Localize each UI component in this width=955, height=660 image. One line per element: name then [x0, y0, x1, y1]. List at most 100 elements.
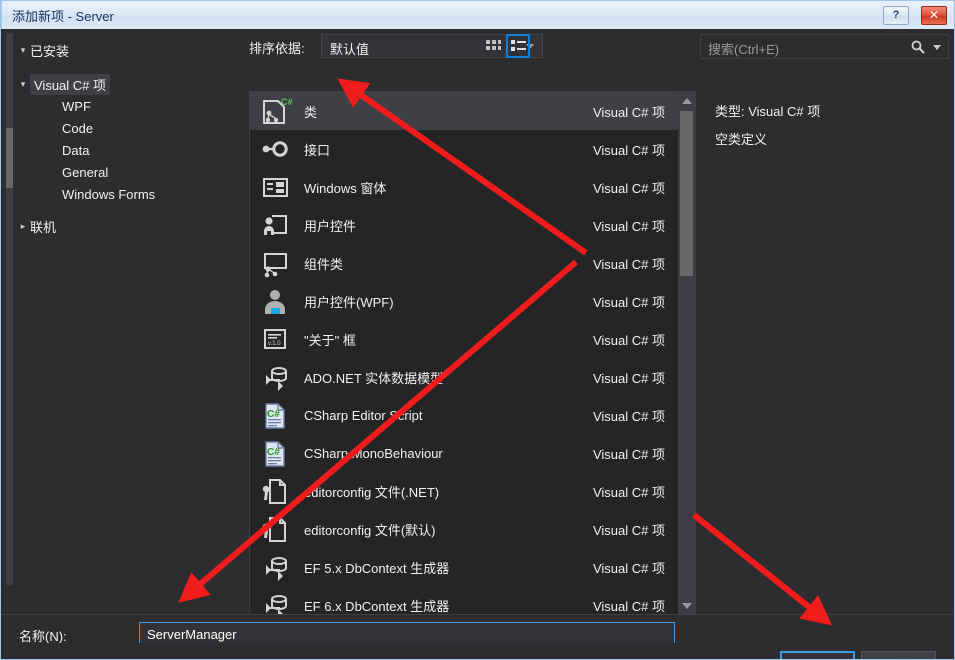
table-row[interactable]: 接口 Visual C# 项 [250, 130, 679, 168]
dialog-body: ▾ 已安装 ▾ Visual C# 项 WPF Code Data Genera… [1, 29, 954, 659]
csharp-file-icon: C# [258, 399, 296, 431]
add-button[interactable]: 添加(A) [780, 651, 855, 659]
component-class-icon [258, 247, 296, 279]
class-csharp-icon: C# [258, 95, 296, 127]
template-name: "关于" 框 [304, 332, 356, 348]
sidebar-item-code[interactable]: Code [16, 117, 93, 139]
sidebar-scrollbar-thumb[interactable] [6, 128, 13, 188]
interface-icon [258, 133, 296, 165]
template-name: CSharp MonoBehaviour [304, 445, 443, 461]
triangle-down-glyph [682, 603, 692, 609]
ef-dbcontext-icon [258, 589, 296, 614]
template-name: editorconfig 文件(默认) [304, 522, 436, 538]
scroll-up-icon[interactable] [678, 92, 695, 109]
user-control-icon [258, 209, 296, 241]
chevron-down-icon[interactable] [933, 45, 941, 50]
sidebar-item-windows-forms[interactable]: Windows Forms [16, 183, 155, 205]
sidebar-item-label: WPF [62, 98, 91, 114]
help-button[interactable]: ? [883, 6, 909, 25]
template-name: 用户控件 [304, 218, 357, 234]
template-type: Visual C# 项 [592, 370, 665, 386]
name-input-value: ServerManager [147, 627, 237, 642]
svg-text:C#: C# [267, 409, 280, 420]
template-name: EF 5.x DbContext 生成器 [304, 560, 450, 576]
detail-type-line: 类型: Visual C# 项 [715, 104, 821, 119]
template-type: Visual C# 项 [592, 484, 665, 500]
svg-text:C#: C# [281, 97, 293, 107]
scrollbar-thumb[interactable] [680, 111, 693, 276]
grid-view-icon[interactable] [481, 34, 505, 58]
ef-dbcontext-icon [258, 551, 296, 583]
details-panel: 类型: Visual C# 项 空类定义 [700, 67, 949, 615]
template-name: 组件类 [304, 256, 344, 272]
sidebar-item-label: Data [62, 142, 90, 158]
svg-text:C#: C# [267, 447, 280, 458]
template-name: EF 6.x DbContext 生成器 [304, 598, 450, 614]
template-type: Visual C# 项 [592, 408, 665, 424]
search-input[interactable]: 搜索(Ctrl+E) [700, 34, 949, 59]
template-type: Visual C# 项 [592, 256, 665, 272]
dialog-title: 添加新项 - Server [12, 9, 114, 24]
cancel-button[interactable]: 取消 [861, 651, 936, 659]
table-row[interactable]: C# CSharp Editor Script Visual C# 项 [250, 396, 679, 434]
template-name: Windows 窗体 [304, 180, 387, 196]
template-type: Visual C# 项 [592, 104, 665, 120]
template-name: 接口 [304, 142, 331, 158]
template-type: Visual C# 项 [592, 598, 665, 614]
sort-by-value: 默认值 [330, 42, 370, 57]
table-row[interactable]: v.1.0 "关于" 框 Visual C# 项 [250, 320, 679, 358]
sidebar-scrollbar[interactable] [6, 33, 13, 585]
triangle-up-glyph [682, 98, 692, 104]
template-name: ADO.NET 实体数据模型 [304, 370, 444, 386]
dialog-footer: 添加(A) 取消 [1, 643, 954, 659]
windows-form-icon [258, 171, 296, 203]
sidebar-item-label: 联机 [30, 219, 57, 235]
csharp-file-icon: C# [258, 437, 296, 469]
template-type: Visual C# 项 [592, 332, 665, 348]
table-row[interactable]: 用户控件(WPF) Visual C# 项 [250, 282, 679, 320]
template-type: Visual C# 项 [592, 560, 665, 576]
sidebar-item-label: Windows Forms [62, 186, 156, 202]
user-control-wpf-icon [258, 285, 296, 317]
tree-group-installed[interactable]: ▾ 已安装 [16, 39, 69, 61]
template-type: Visual C# 项 [592, 446, 665, 462]
table-row[interactable]: editorconfig 文件(默认) Visual C# 项 [250, 510, 679, 548]
grid-view-glyph [486, 40, 501, 50]
close-button[interactable]: ✕ [921, 6, 947, 25]
search-icon[interactable] [910, 39, 926, 55]
template-name: 用户控件(WPF) [304, 294, 394, 310]
template-type: Visual C# 项 [592, 218, 665, 234]
template-list: C# 类 Visual C# 项 接口 Visual C# 项 Windows … [249, 91, 696, 615]
sidebar-item-label: Code [62, 120, 94, 136]
list-toolbar: 排序依据: 默认值 [249, 33, 696, 61]
list-view-icon[interactable] [506, 34, 530, 58]
table-row[interactable]: 组件类 Visual C# 项 [250, 244, 679, 282]
sidebar-item-online[interactable]: ▸ 联机 [16, 215, 56, 237]
sidebar-item-general[interactable]: General [16, 161, 108, 183]
scroll-down-icon[interactable] [678, 597, 695, 614]
table-row[interactable]: EF 5.x DbContext 生成器 Visual C# 项 [250, 548, 679, 586]
sidebar-item-visual-csharp[interactable]: ▾ Visual C# 项 [16, 73, 111, 95]
sidebar-item-wpf[interactable]: WPF [16, 95, 91, 117]
table-row[interactable]: EF 6.x DbContext 生成器 Visual C# 项 [250, 586, 679, 614]
ado-net-model-icon [258, 361, 296, 393]
expander-down-icon: ▾ [20, 45, 26, 55]
template-type: Visual C# 项 [592, 142, 665, 158]
table-row[interactable]: ADO.NET 实体数据模型 Visual C# 项 [250, 358, 679, 396]
table-row[interactable]: editorconfig 文件(.NET) Visual C# 项 [250, 472, 679, 510]
template-type: Visual C# 项 [592, 522, 665, 538]
sidebar-item-data[interactable]: Data [16, 139, 89, 161]
template-name: 类 [304, 104, 318, 120]
table-row[interactable]: 用户控件 Visual C# 项 [250, 206, 679, 244]
template-type: Visual C# 项 [592, 180, 665, 196]
template-name: CSharp Editor Script [304, 407, 423, 423]
sidebar-item-label: General [62, 164, 109, 180]
template-list-scrollbar[interactable] [678, 92, 695, 614]
table-row[interactable]: C# CSharp MonoBehaviour Visual C# 项 [250, 434, 679, 472]
table-row[interactable]: C# 类 Visual C# 项 [250, 92, 679, 130]
tree-group-installed-label: 已安装 [30, 43, 70, 59]
search-placeholder: 搜索(Ctrl+E) [708, 42, 780, 57]
title-bar: 添加新项 - Server ? ✕ [1, 0, 954, 29]
table-row[interactable]: Windows 窗体 Visual C# 项 [250, 168, 679, 206]
template-name: editorconfig 文件(.NET) [304, 484, 440, 500]
